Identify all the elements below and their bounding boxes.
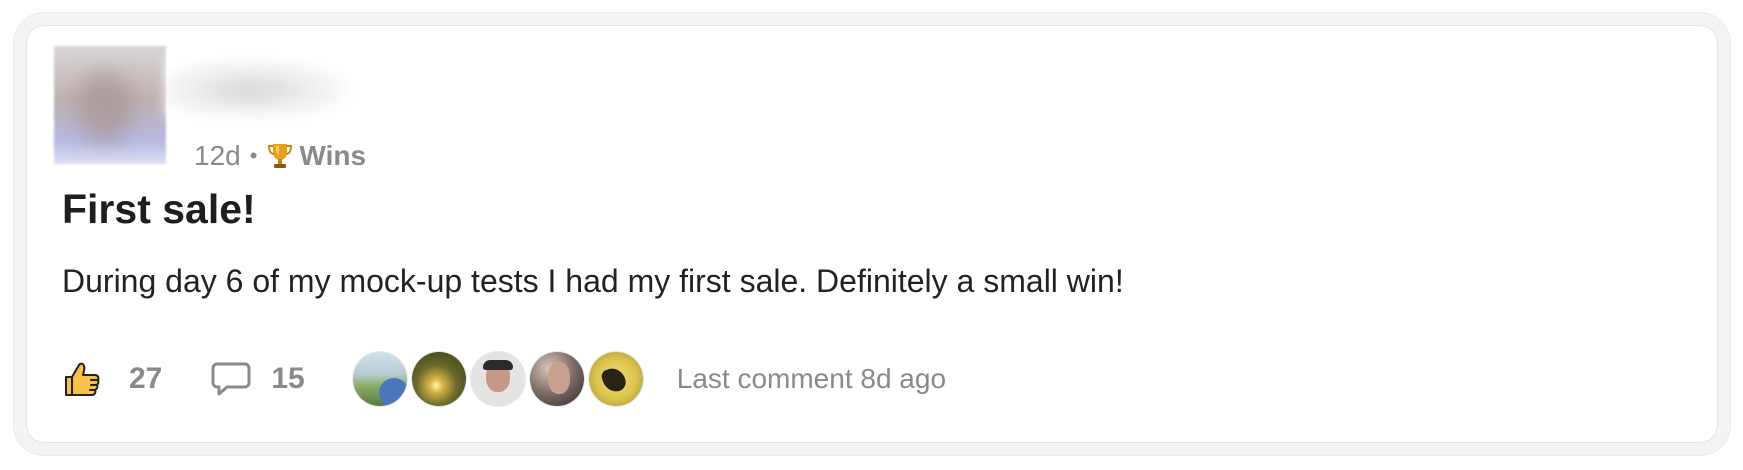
thumbs-up-icon: [65, 362, 100, 396]
author-name-blurred: [166, 58, 354, 116]
trophy-icon: [268, 144, 293, 168]
comment-count: 15: [271, 362, 305, 395]
post-actions: 27 15 Last comment 8d ago: [62, 351, 946, 407]
commenter-avatar[interactable]: [411, 352, 466, 406]
post-author: 12d • Wins: [54, 46, 366, 171]
commenter-avatar[interactable]: [529, 352, 584, 406]
like-button[interactable]: 27: [62, 359, 162, 399]
post-title[interactable]: First sale!: [62, 186, 256, 233]
commenter-avatar[interactable]: [588, 352, 643, 406]
post-category[interactable]: Wins: [299, 140, 366, 172]
commenter-avatars: [352, 352, 648, 406]
author-avatar[interactable]: [54, 46, 166, 164]
commenter-avatar[interactable]: [470, 352, 525, 406]
comment-button[interactable]: 15: [211, 361, 305, 397]
post-body: During day 6 of my mock-up tests I had m…: [62, 263, 1124, 299]
post-card[interactable]: 12d • Wins First sale! During day 6 of m…: [26, 25, 1718, 443]
last-comment-time: Last comment 8d ago: [676, 363, 947, 394]
post-meta: 12d • Wins: [194, 138, 366, 174]
like-count: 27: [129, 362, 163, 395]
post-time: 12d: [194, 140, 241, 171]
comment-bubble-icon: [211, 362, 251, 396]
meta-separator: •: [249, 143, 258, 168]
commenter-avatar[interactable]: [352, 352, 407, 406]
